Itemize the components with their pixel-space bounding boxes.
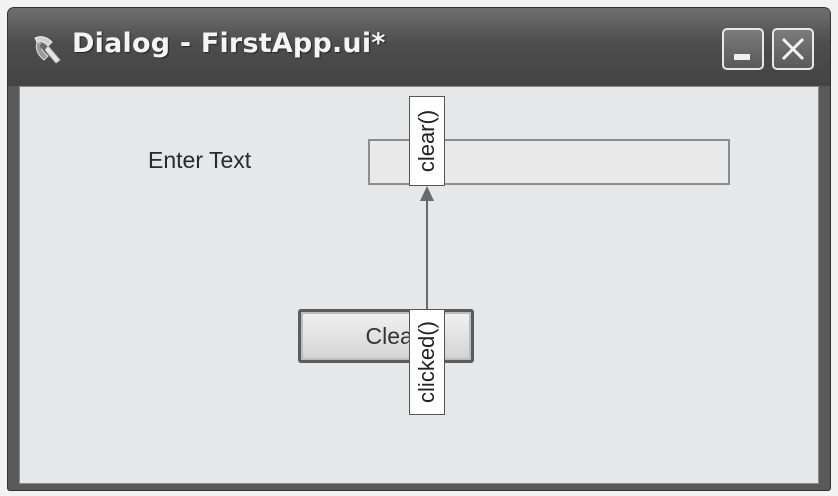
slot-tag[interactable]: clear() <box>409 96 445 186</box>
form-canvas[interactable]: Enter Text Clear clear() clicked() <box>19 86 819 484</box>
minimize-button[interactable] <box>722 28 764 70</box>
slot-label: clear() <box>414 109 439 173</box>
signal-tag[interactable]: clicked() <box>409 309 445 415</box>
minimize-icon <box>734 54 750 60</box>
close-icon <box>781 37 805 61</box>
title-bar[interactable]: Dialog - FirstApp.ui* <box>8 8 830 86</box>
dialog-window: Dialog - FirstApp.ui* Enter Text Clear c… <box>8 8 830 490</box>
qt-designer-icon <box>34 36 61 64</box>
signal-label: clicked() <box>414 321 439 403</box>
window-title: Dialog - FirstApp.ui* <box>72 28 386 59</box>
connection-arrowhead <box>420 186 434 201</box>
close-button[interactable] <box>772 28 814 70</box>
